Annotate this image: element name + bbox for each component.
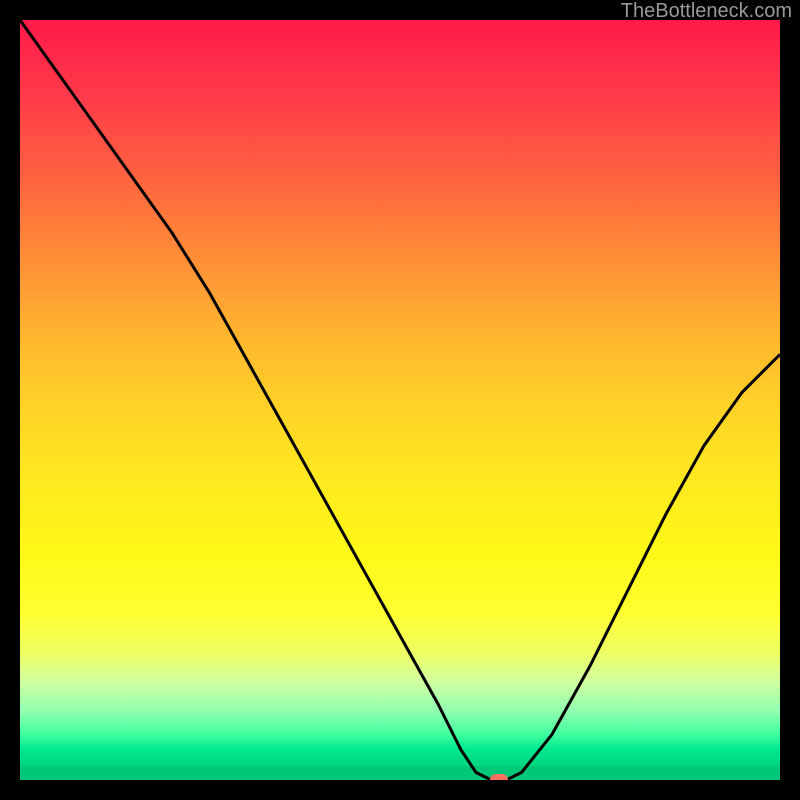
bottleneck-curve-path bbox=[20, 20, 780, 780]
bottleneck-curve-svg bbox=[20, 20, 780, 780]
watermark-text: TheBottleneck.com bbox=[621, 0, 792, 23]
optimal-point-marker bbox=[490, 774, 508, 780]
plot-area bbox=[20, 20, 780, 780]
